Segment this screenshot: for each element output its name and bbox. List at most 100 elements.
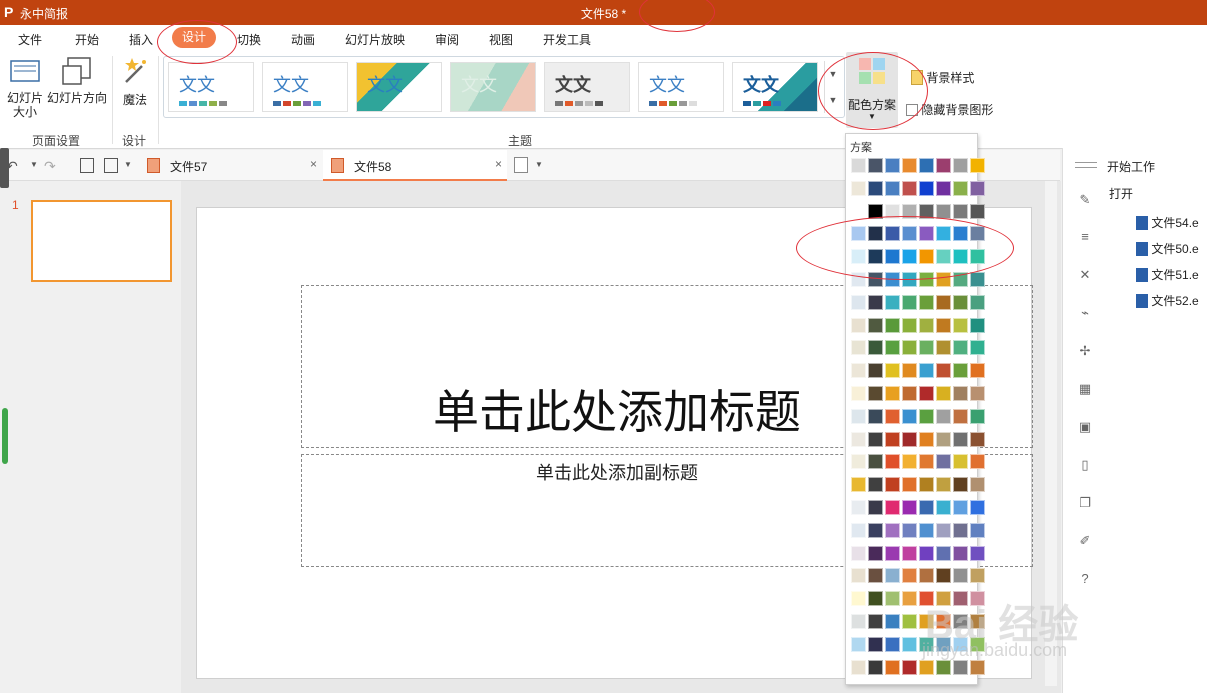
color-scheme-option[interactable] (851, 431, 987, 448)
theme-7[interactable]: 文文 (732, 62, 818, 112)
color-swatch (851, 477, 866, 493)
menu-home[interactable]: 开始 (75, 31, 99, 48)
sliders-icon[interactable]: ≡ (1078, 230, 1092, 244)
theme-5[interactable]: 文文 (544, 62, 630, 112)
color-swatch (902, 545, 917, 561)
color-scheme-option[interactable] (851, 386, 987, 402)
undo-dropdown-icon[interactable]: ▼ (30, 160, 38, 169)
color-scheme-option[interactable] (851, 317, 987, 334)
open-label[interactable]: 打开 (1109, 185, 1133, 202)
color-scheme-option[interactable] (851, 180, 987, 197)
redo-icon[interactable]: ↷ (44, 158, 56, 175)
clipboard-icon[interactable]: ▯ (1078, 458, 1092, 472)
color-swatch (851, 180, 866, 196)
save-icon[interactable] (104, 158, 118, 173)
tools-icon[interactable]: ✕ (1078, 268, 1092, 282)
recent-file-item[interactable]: 文件51.e (1136, 266, 1199, 283)
color-swatch (953, 386, 968, 401)
color-scheme-option[interactable] (851, 500, 987, 516)
color-scheme-option[interactable] (851, 408, 987, 425)
tab-file57[interactable]: 文件57 × (140, 152, 322, 180)
help-icon[interactable]: ? (1078, 572, 1092, 586)
presentation-file-icon (331, 158, 344, 173)
recent-file-item[interactable]: 文件54.e (1136, 214, 1199, 231)
color-swatch (851, 294, 866, 310)
slide-size-button[interactable]: 幻灯片 大小 (5, 56, 45, 119)
color-swatch (953, 203, 968, 219)
menu-transition[interactable]: 切换 (237, 31, 261, 48)
new-tab-icon[interactable] (514, 157, 528, 173)
color-scheme-option[interactable] (851, 545, 987, 562)
color-swatch (936, 294, 951, 310)
color-swatch (970, 340, 985, 356)
color-swatch (868, 636, 883, 652)
color-swatch (936, 659, 951, 675)
theme-2[interactable]: 文文 (262, 62, 348, 112)
close-icon[interactable]: × (310, 157, 317, 171)
color-scheme-option[interactable] (851, 522, 987, 539)
edit-icon[interactable]: ✐ (1078, 534, 1092, 548)
shape-icon[interactable]: ✢ (1078, 344, 1092, 358)
color-scheme-option[interactable] (851, 363, 987, 379)
color-scheme-option[interactable] (851, 158, 987, 174)
new-tab-dropdown-icon[interactable]: ▼ (535, 160, 543, 169)
color-scheme-option[interactable] (851, 477, 987, 493)
pencil-icon[interactable]: ✎ (1078, 193, 1092, 207)
tab-file58[interactable]: 文件58 × (323, 150, 507, 181)
document-title: 文件58 * (580, 7, 627, 21)
menu-slideshow[interactable]: 幻灯片放映 (345, 31, 405, 48)
color-scheme-option[interactable] (851, 294, 987, 311)
theme-3[interactable]: 文文 (356, 62, 442, 112)
image-icon[interactable]: ▣ (1078, 420, 1092, 434)
menu-review[interactable]: 审阅 (435, 31, 459, 48)
quick-access-dropdown-icon[interactable]: ▼ (124, 160, 132, 169)
menu-file[interactable]: 文件 (18, 31, 42, 48)
color-swatch (868, 659, 883, 675)
preview-icon[interactable] (80, 158, 94, 173)
recent-file-name: 文件52.e (1151, 294, 1199, 308)
magic-button[interactable]: 魔法 (118, 56, 152, 108)
menu-insert[interactable]: 插入 (129, 31, 153, 48)
color-swatch (902, 431, 917, 447)
color-scheme-option[interactable] (851, 568, 987, 584)
scroll-handle[interactable] (2, 408, 8, 464)
watermark-url: jingyan.baidu.com (922, 640, 1068, 660)
menu-developer[interactable]: 开发工具 (543, 31, 591, 48)
color-scheme-option[interactable] (851, 659, 987, 676)
color-swatch (936, 568, 951, 584)
copy-icon[interactable]: ❐ (1078, 496, 1092, 510)
theme-1[interactable]: 文文 (168, 62, 254, 112)
close-icon[interactable]: × (495, 157, 502, 171)
color-swatch (919, 386, 934, 401)
menu-view[interactable]: 视图 (489, 31, 513, 48)
color-swatch (970, 522, 985, 538)
color-scheme-option[interactable] (851, 454, 987, 470)
color-swatch (902, 659, 917, 675)
color-scheme-option[interactable] (851, 340, 987, 356)
brush-icon[interactable]: ⌁ (1078, 306, 1092, 320)
menu-animation[interactable]: 动画 (291, 31, 315, 48)
color-swatch (970, 477, 985, 493)
color-swatch (851, 340, 866, 356)
slide-orientation-button[interactable]: 幻灯片方向 (46, 56, 108, 105)
color-swatch (902, 408, 917, 424)
color-swatch (953, 454, 968, 470)
recent-file-item[interactable]: 文件52.e (1136, 292, 1199, 309)
color-swatch (868, 477, 883, 493)
color-swatch (851, 545, 866, 561)
color-swatch (902, 386, 917, 401)
color-swatch (851, 203, 866, 219)
color-swatch (868, 386, 883, 401)
grid-icon[interactable]: ▦ (1078, 382, 1092, 396)
slide-thumbnail[interactable] (31, 200, 172, 282)
color-swatch (885, 659, 900, 675)
panel-handle[interactable] (0, 148, 9, 188)
color-swatch (953, 180, 968, 196)
recent-file-item[interactable]: 文件50.e (1136, 240, 1199, 257)
slide-size-label: 幻灯片 大小 (6, 91, 43, 119)
theme-6[interactable]: 文文 (638, 62, 724, 112)
theme-4[interactable]: 文文 (450, 62, 536, 112)
theme-gallery: 文文 文文 文文 文文 文文 文文 文文 ▼ ▼ (163, 56, 845, 118)
color-swatch (868, 545, 883, 561)
color-swatch (970, 317, 985, 333)
